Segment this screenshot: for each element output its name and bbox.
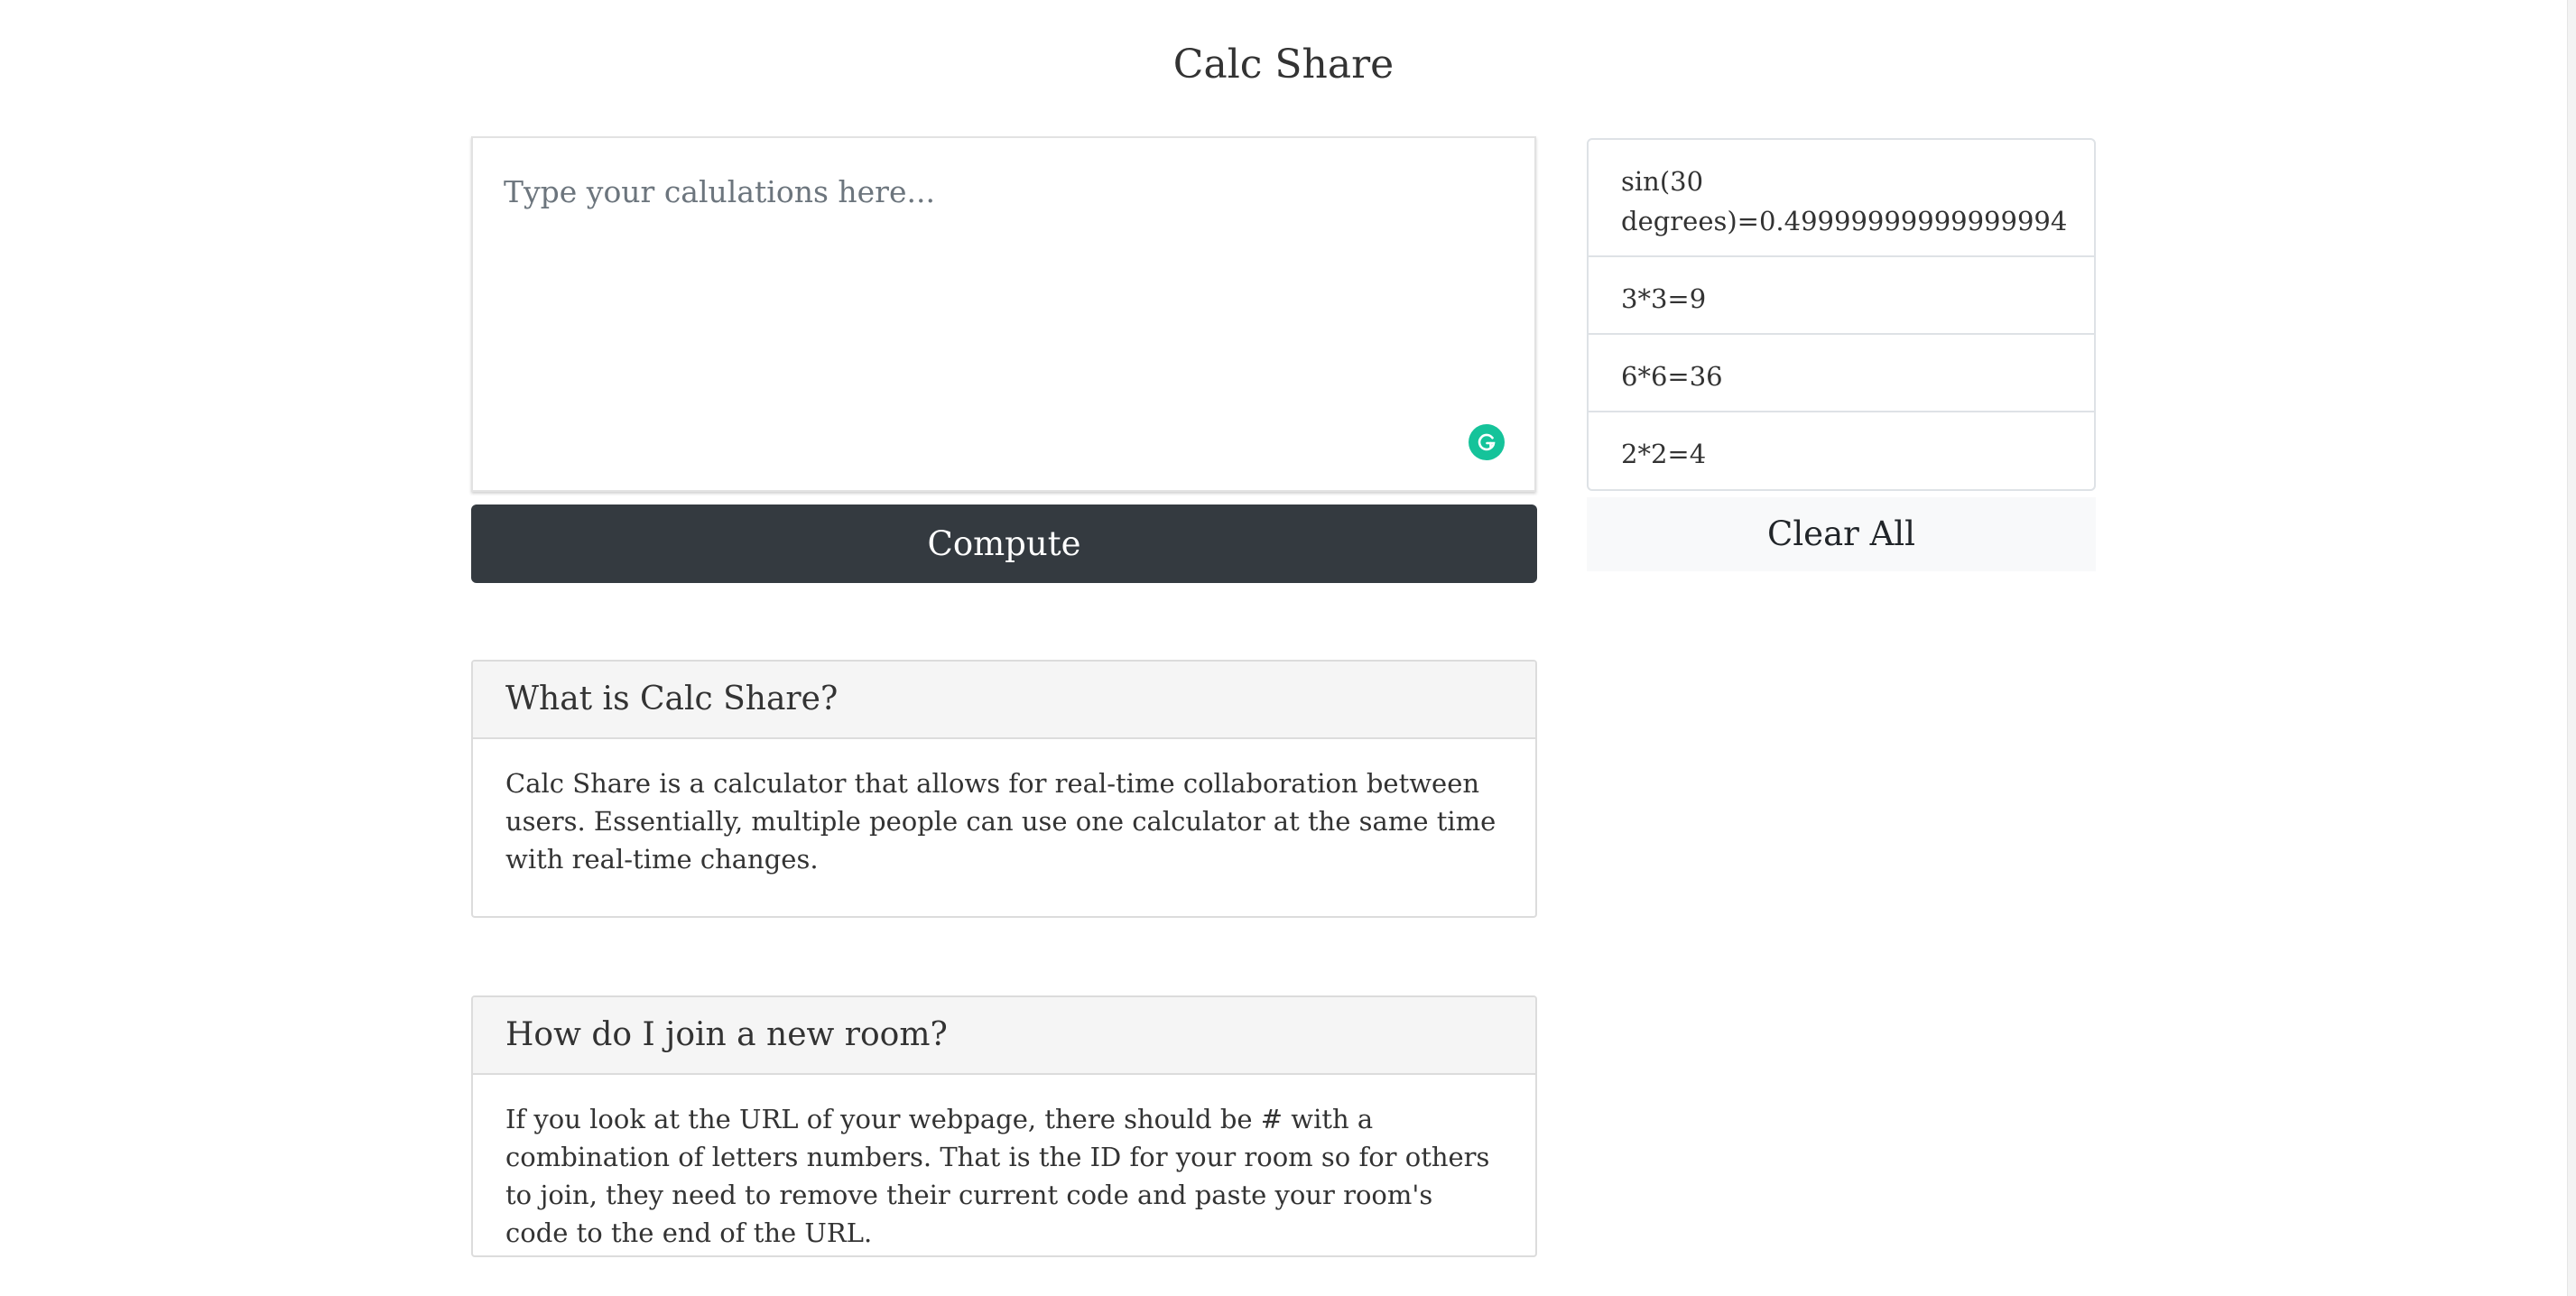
history-item: 3*3=9 [1589, 255, 2094, 333]
calculation-input[interactable] [473, 138, 1534, 490]
history-item: 2*2=4 [1589, 411, 2094, 489]
page-scrollbar[interactable] [2567, 0, 2576, 1296]
compute-button[interactable]: Compute [471, 505, 1537, 583]
history-item: sin(30 degrees)=0.49999999999999994 [1621, 166, 2068, 236]
faq-answer: Calc Share is a calculator that allows f… [505, 768, 1496, 875]
history-list: sin(30 degrees)=0.49999999999999994 3*3=… [1587, 138, 2096, 491]
grammarly-icon[interactable] [1469, 424, 1505, 460]
clear-all-button[interactable]: Clear All [1587, 497, 2096, 571]
faq-question: How do I join a new room? [473, 997, 1535, 1075]
page-title: Calc Share [1172, 42, 1395, 88]
history-item: 6*6=36 [1589, 333, 2094, 411]
faq-question: What is Calc Share? [473, 662, 1535, 739]
faq-answer: If you look at the URL of your webpage, … [505, 1104, 1490, 1248]
grammarly-g-glyph [1478, 433, 1496, 451]
faq-card-what-is-calc-share: What is Calc Share? Calc Share is a calc… [471, 660, 1537, 918]
calculation-input-box [471, 136, 1536, 492]
faq-card-join-room: How do I join a new room? If you look at… [471, 995, 1537, 1257]
